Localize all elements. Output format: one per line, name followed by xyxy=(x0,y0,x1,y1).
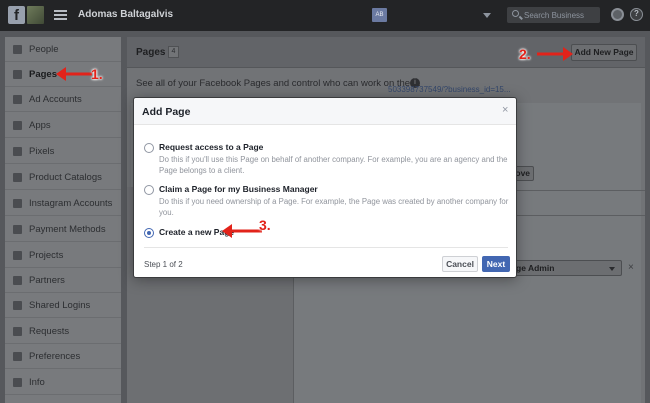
globe-icon[interactable] xyxy=(611,8,624,21)
radio-button[interactable] xyxy=(144,143,154,153)
info-icon xyxy=(13,378,22,387)
sidebar-item-info[interactable]: Info xyxy=(5,370,121,395)
dialog-header: Add Page × xyxy=(134,98,516,125)
avatar[interactable] xyxy=(27,6,44,24)
megaphone-icon xyxy=(13,95,22,104)
search-icon xyxy=(512,10,519,17)
sidebar-item-instagram-accounts[interactable]: Instagram Accounts xyxy=(5,191,121,216)
briefcase-icon xyxy=(13,276,22,285)
sidebar-item-label: Pages xyxy=(29,69,57,80)
annotation-label-1: 1. xyxy=(91,66,103,82)
annotation-arrow-1 xyxy=(56,67,92,81)
facebook-logo-icon[interactable]: f xyxy=(8,6,25,24)
sidebar-item-label: Instagram Accounts xyxy=(29,198,113,209)
sidebar-item-payment-methods[interactable]: Payment Methods xyxy=(5,217,121,242)
flag-icon xyxy=(13,70,22,79)
option-title: Request access to a Page xyxy=(159,142,264,152)
sidebar-item-label: Info xyxy=(29,377,45,388)
radio-button[interactable] xyxy=(144,185,154,195)
sidebar-item-partners[interactable]: Partners xyxy=(5,268,121,293)
annotation-arrow-2 xyxy=(537,47,573,61)
sidebar-item-label: Preferences xyxy=(29,351,81,362)
annotation-label-3: 3. xyxy=(259,217,271,233)
list-icon xyxy=(13,352,22,361)
dialog-title: Add Page xyxy=(142,106,191,118)
sidebar-item-product-catalogs[interactable]: Product Catalogs xyxy=(5,165,121,190)
cancel-button[interactable]: Cancel xyxy=(442,256,478,272)
people-icon xyxy=(13,301,22,310)
sidebar-item-label: Apps xyxy=(29,120,51,131)
sidebar-item-people[interactable]: People xyxy=(5,37,121,62)
step-indicator: Step 1 of 2 xyxy=(144,260,183,269)
pages-description: See all of your Facebook Pages and contr… xyxy=(136,78,421,89)
folder-icon xyxy=(13,251,22,260)
grid-icon xyxy=(13,173,22,182)
pixel-icon xyxy=(13,147,22,156)
sidebar: People Pages Ad Accounts Apps Pixels Pro… xyxy=(5,37,121,403)
page-count-badge: 4 xyxy=(168,46,179,58)
sidebar-item-label: Payment Methods xyxy=(29,224,106,235)
person-icon xyxy=(13,45,22,54)
annotation-label-2: 2. xyxy=(519,46,531,62)
role-select-value: ge Admin xyxy=(516,263,555,273)
sidebar-item-label: Product Catalogs xyxy=(29,172,102,183)
annotation-arrow-3 xyxy=(222,224,262,238)
instagram-icon xyxy=(13,199,22,208)
sidebar-item-label: Projects xyxy=(29,250,64,261)
page-link[interactable]: 503398737549/?business_id=15... xyxy=(388,85,511,94)
sidebar-item-requests[interactable]: Requests xyxy=(5,319,121,344)
sidebar-item-label: Requests xyxy=(29,326,70,337)
search-input[interactable] xyxy=(524,9,598,21)
request-icon xyxy=(13,327,22,336)
sidebar-item-label: Shared Logins xyxy=(29,300,91,311)
sidebar-item-shared-logins[interactable]: Shared Logins xyxy=(5,293,121,318)
sidebar-item-apps[interactable]: Apps xyxy=(5,113,121,138)
sidebar-item-projects[interactable]: Projects xyxy=(5,243,121,268)
chevron-down-icon xyxy=(609,267,615,271)
close-icon[interactable]: × xyxy=(502,104,508,116)
sidebar-item-label: Partners xyxy=(29,275,65,286)
option-title: Claim a Page for my Business Manager xyxy=(159,184,318,194)
cube-icon xyxy=(13,121,22,130)
search-box[interactable] xyxy=(507,7,600,23)
sidebar-item-pixels[interactable]: Pixels xyxy=(5,139,121,164)
account-name[interactable]: Adomas Baltagalvis xyxy=(78,9,173,20)
role-select[interactable]: ge Admin xyxy=(512,260,622,276)
sidebar-item-label: Ad Accounts xyxy=(29,94,82,105)
add-page-dialog: Add Page × Request access to a Page Do t… xyxy=(133,97,517,278)
option-description: Do this if you need ownership of a Page.… xyxy=(159,197,509,217)
credit-card-icon xyxy=(13,225,22,234)
close-icon[interactable]: × xyxy=(628,262,634,273)
option-description: Do this if you'll use this Page on behal… xyxy=(159,155,508,175)
add-new-page-button[interactable]: Add New Page xyxy=(571,44,637,61)
sidebar-item-ad-accounts[interactable]: Ad Accounts xyxy=(5,87,121,112)
top-bar: f Adomas Baltagalvis AB ? xyxy=(0,0,650,31)
radio-button-selected[interactable] xyxy=(144,228,154,238)
sidebar-item-preferences[interactable]: Preferences xyxy=(5,344,121,369)
hamburger-menu-icon[interactable] xyxy=(54,10,67,20)
help-icon[interactable]: ? xyxy=(630,8,643,21)
sidebar-item-label: People xyxy=(29,44,59,55)
chevron-down-icon[interactable] xyxy=(483,13,491,18)
page-title: Pages xyxy=(136,47,166,58)
divider xyxy=(144,247,508,248)
next-button[interactable]: Next xyxy=(482,256,510,272)
business-badge[interactable]: AB xyxy=(372,8,387,22)
sidebar-item-label: Pixels xyxy=(29,146,55,157)
